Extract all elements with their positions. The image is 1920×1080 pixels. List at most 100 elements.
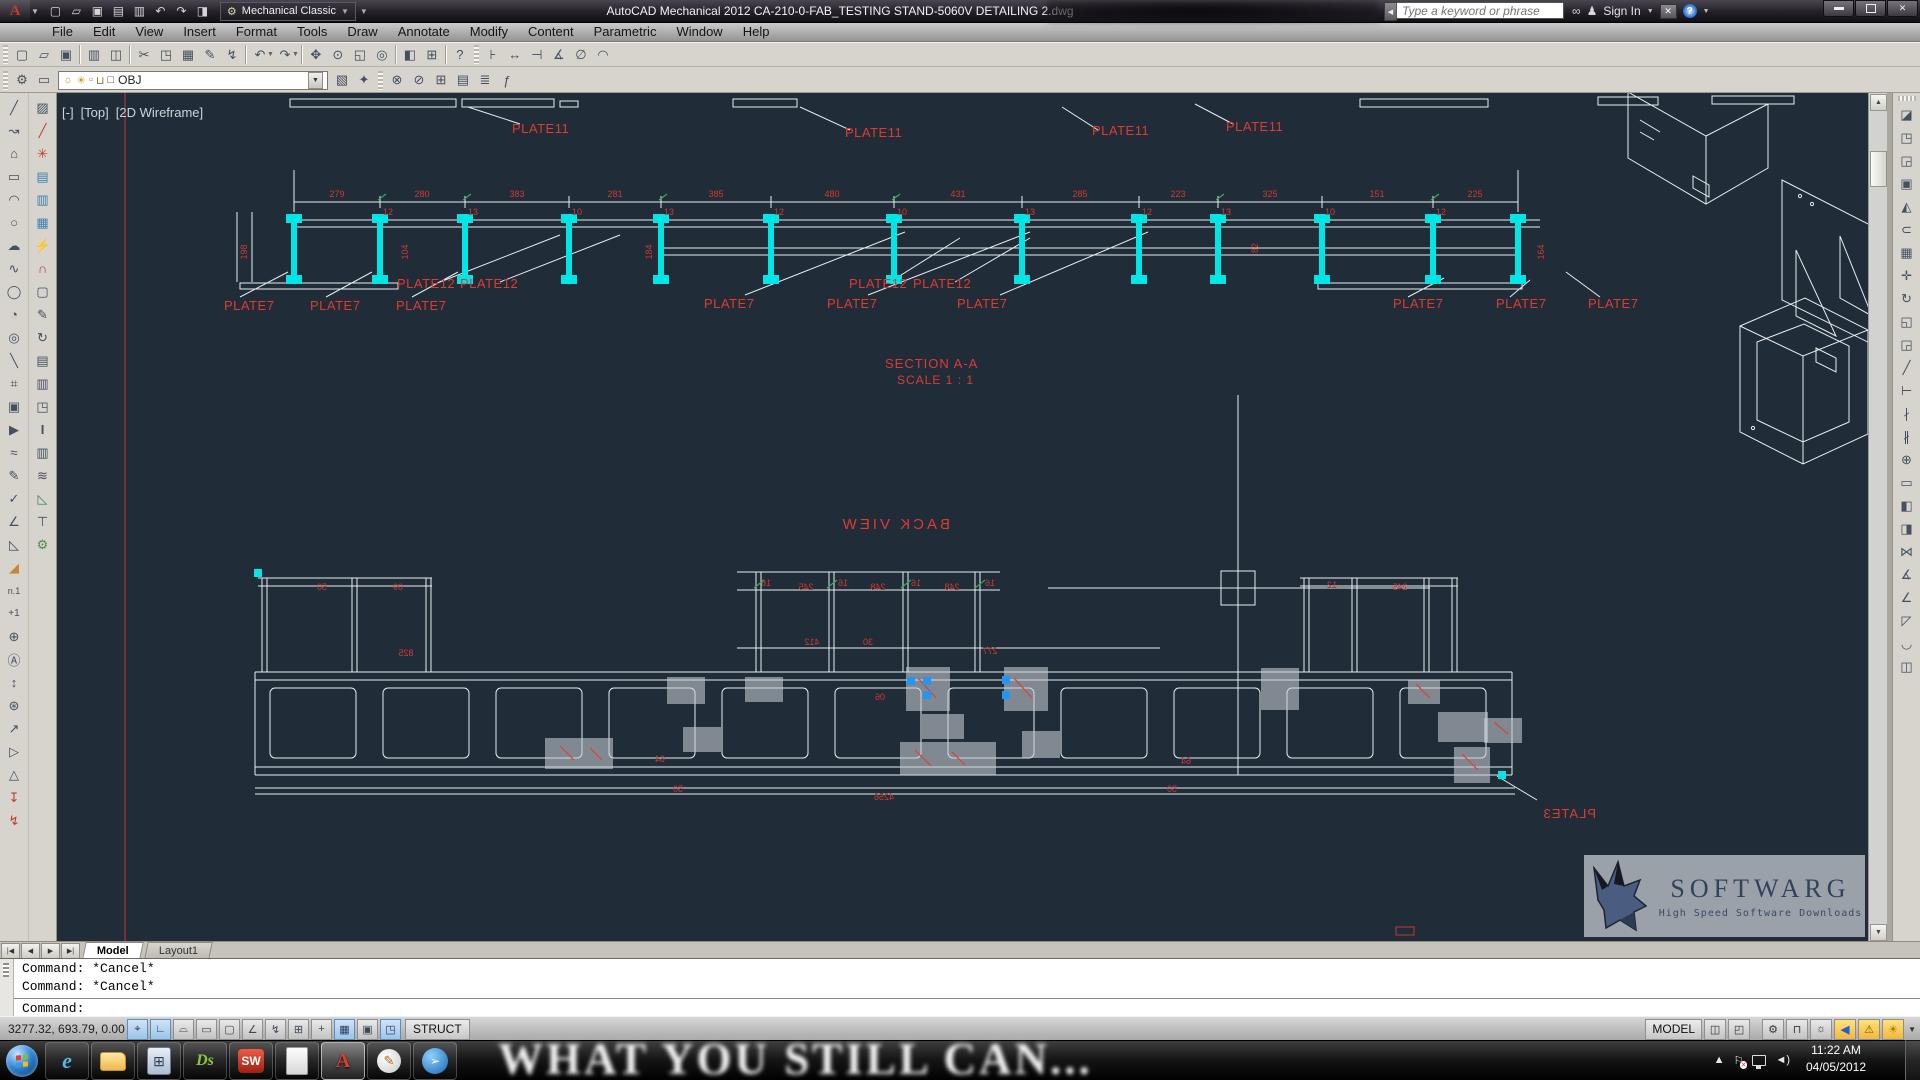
extend-icon[interactable]: ⊢ (1895, 379, 1919, 402)
layer-vp-icon[interactable]: ▫ (89, 74, 93, 86)
layer-color-icon[interactable]: □ (107, 74, 114, 86)
plot-icon[interactable]: ▥ (83, 44, 105, 65)
new-file-icon[interactable]: ▢ (11, 44, 33, 65)
tray-settings-icon[interactable]: ☼ (1810, 1018, 1833, 1040)
bom-table-icon[interactable]: ▤ (452, 70, 474, 91)
layer-lock-icon[interactable]: ⊔ (96, 74, 105, 87)
viewport-visual-style-control[interactable]: [2D Wireframe] (116, 105, 203, 120)
command-window[interactable]: Command: *Cancel* Command: *Cancel* Comm… (0, 958, 1920, 1017)
balloon-icon[interactable]: +1 (2, 602, 26, 625)
weld-icon[interactable]: ◺ (2, 533, 26, 556)
measure-icon[interactable]: ∡ (1895, 563, 1919, 586)
tab-nav-icon[interactable]: ▶ (41, 942, 60, 959)
arc-icon[interactable]: ◠ (2, 188, 26, 211)
break-point-icon[interactable]: ∦ (1895, 425, 1919, 448)
selcycle-toggle[interactable]: ▣ (357, 1018, 378, 1040)
snap-toggle[interactable]: ⌖ (127, 1018, 148, 1040)
named-views-icon[interactable]: ⊗ (386, 70, 408, 91)
hatch-b-icon[interactable]: ▥ (31, 188, 55, 211)
break-icon[interactable]: ∤ (1895, 402, 1919, 425)
copy-multiple-icon[interactable]: ◲ (1895, 149, 1919, 172)
toolbar-overflow-icon[interactable]: ▼ (360, 7, 368, 16)
standard-part-icon[interactable]: ◳ (31, 395, 55, 418)
tab-nav-icon[interactable]: ▶| (61, 942, 80, 959)
bulb-tray-icon[interactable]: ☀ (1882, 1018, 1905, 1040)
chute-icon[interactable]: ◺ (31, 487, 55, 510)
performance-icon[interactable]: ◀ (1834, 1018, 1857, 1040)
rectangle-icon[interactable]: ▭ (2, 165, 26, 188)
polyline-icon[interactable]: ↝ (2, 119, 26, 142)
quickprops-toggle[interactable]: ▦ (334, 1018, 355, 1040)
menu-item[interactable]: Window (666, 24, 732, 39)
line-icon[interactable]: ╱ (2, 96, 26, 119)
angle-icon[interactable]: ∠ (1895, 586, 1919, 609)
diameter-dim-icon[interactable]: ∅ (570, 44, 592, 65)
menu-item[interactable]: Format (226, 24, 287, 39)
rotate-icon[interactable]: ↻ (1895, 287, 1919, 310)
layout-quickview-icon[interactable]: ◫ (1704, 1018, 1727, 1040)
scroll-down-icon[interactable]: ▼ (1870, 924, 1887, 941)
layer-key-icon[interactable]: ✦ (353, 70, 375, 91)
qat-sheetset-icon[interactable]: ◨ (193, 2, 212, 20)
part-card-icon[interactable]: ▥ (31, 372, 55, 395)
power-dim-icon[interactable]: ⊦ (482, 44, 504, 65)
toolbar-grip[interactable] (473, 45, 479, 64)
tab-layout1[interactable]: Layout1 (143, 942, 213, 959)
array-icon[interactable]: ▦ (1895, 241, 1919, 264)
autocad-app-icon[interactable]: A (0, 0, 30, 22)
osnap-toggle[interactable]: ▢ (219, 1018, 240, 1040)
layer-states-icon[interactable]: ▧ (331, 70, 353, 91)
app-menu-caret-icon[interactable]: ▼ (31, 7, 39, 16)
parts-list-icon[interactable]: ≣ (474, 70, 496, 91)
polygon-icon[interactable]: ⌂ (2, 142, 26, 165)
scale-icon[interactable]: ◱ (1895, 310, 1919, 333)
command-grip[interactable] (0, 959, 14, 1017)
taskbar-explorer[interactable] (91, 1042, 135, 1080)
minimize-button[interactable] (1823, 0, 1854, 17)
command-prompt[interactable]: Command: (0, 999, 1920, 1017)
menu-item[interactable]: Help (733, 24, 780, 39)
hatch-c-icon[interactable]: ▦ (31, 211, 55, 234)
frame-edit-icon[interactable]: ✎ (31, 303, 55, 326)
linear-dim-icon[interactable]: ↔ (504, 44, 526, 65)
insert-marker-icon[interactable]: ↧ (2, 786, 26, 809)
copy-clip-icon[interactable]: ◳ (155, 44, 177, 65)
magnet-icon[interactable]: ∩ (31, 257, 55, 280)
coordinates-readout[interactable]: 3277.32, 693.79, 0.00 (8, 1022, 126, 1036)
datum-icon[interactable]: ✓ (2, 487, 26, 510)
toolbar-lock-icon[interactable]: ⊓ (1786, 1018, 1809, 1040)
help-round-icon[interactable]: ? (1682, 4, 1697, 18)
lineweight-toggle[interactable]: + (311, 1018, 332, 1040)
view-edit-icon[interactable]: ⊘ (408, 70, 430, 91)
menu-item[interactable]: Draw (337, 24, 387, 39)
matchprop-icon[interactable]: ✎ (199, 44, 221, 65)
properties-icon[interactable]: ◧ (399, 44, 421, 65)
stretch-sym-icon[interactable]: ↕ (2, 671, 26, 694)
layer-on-icon[interactable]: ☼ (63, 74, 73, 86)
undo-caret-icon[interactable]: ▼ (292, 51, 299, 58)
layer-dropdown[interactable]: ☼ ☀ ▫ ⊔ □ OBJ ▼ (58, 70, 328, 90)
red-line-icon[interactable]: ╱ (31, 119, 55, 142)
search-binoculars-icon[interactable]: ∞ (1572, 4, 1581, 18)
status-overflow-icon[interactable]: ▼ (1908, 1025, 1916, 1034)
menu-item[interactable]: Parametric (584, 24, 667, 39)
arrow-sym-icon[interactable]: ▷ (2, 740, 26, 763)
calc-table-icon[interactable]: ⊞ (430, 70, 452, 91)
cut-icon[interactable]: ✂ (133, 44, 155, 65)
menu-item[interactable]: Edit (83, 24, 125, 39)
menu-item[interactable]: Insert (173, 24, 226, 39)
qat-redo-icon[interactable]: ↷ (172, 2, 191, 20)
ellipse-arc-icon[interactable]: ◔ (2, 303, 26, 326)
block-edit-icon[interactable]: ▣ (1895, 172, 1919, 195)
chamfer-icon[interactable]: ◸ (1895, 609, 1919, 632)
struct-button[interactable]: STRUCT (405, 1018, 470, 1040)
copy-icon[interactable]: ◳ (1895, 126, 1919, 149)
fits-icon[interactable]: ƒ (496, 70, 518, 91)
dyninput-toggle[interactable]: ⊞ (288, 1018, 309, 1040)
spline-icon[interactable]: ∿ (2, 257, 26, 280)
construction-line-icon[interactable]: ╲ (2, 349, 26, 372)
aligned-dim-icon[interactable]: ⊣ (526, 44, 548, 65)
help-caret-icon[interactable]: ▼ (1703, 8, 1710, 15)
toolbar-grip[interactable] (3, 70, 8, 90)
leader-icon[interactable]: ✎ (2, 464, 26, 487)
